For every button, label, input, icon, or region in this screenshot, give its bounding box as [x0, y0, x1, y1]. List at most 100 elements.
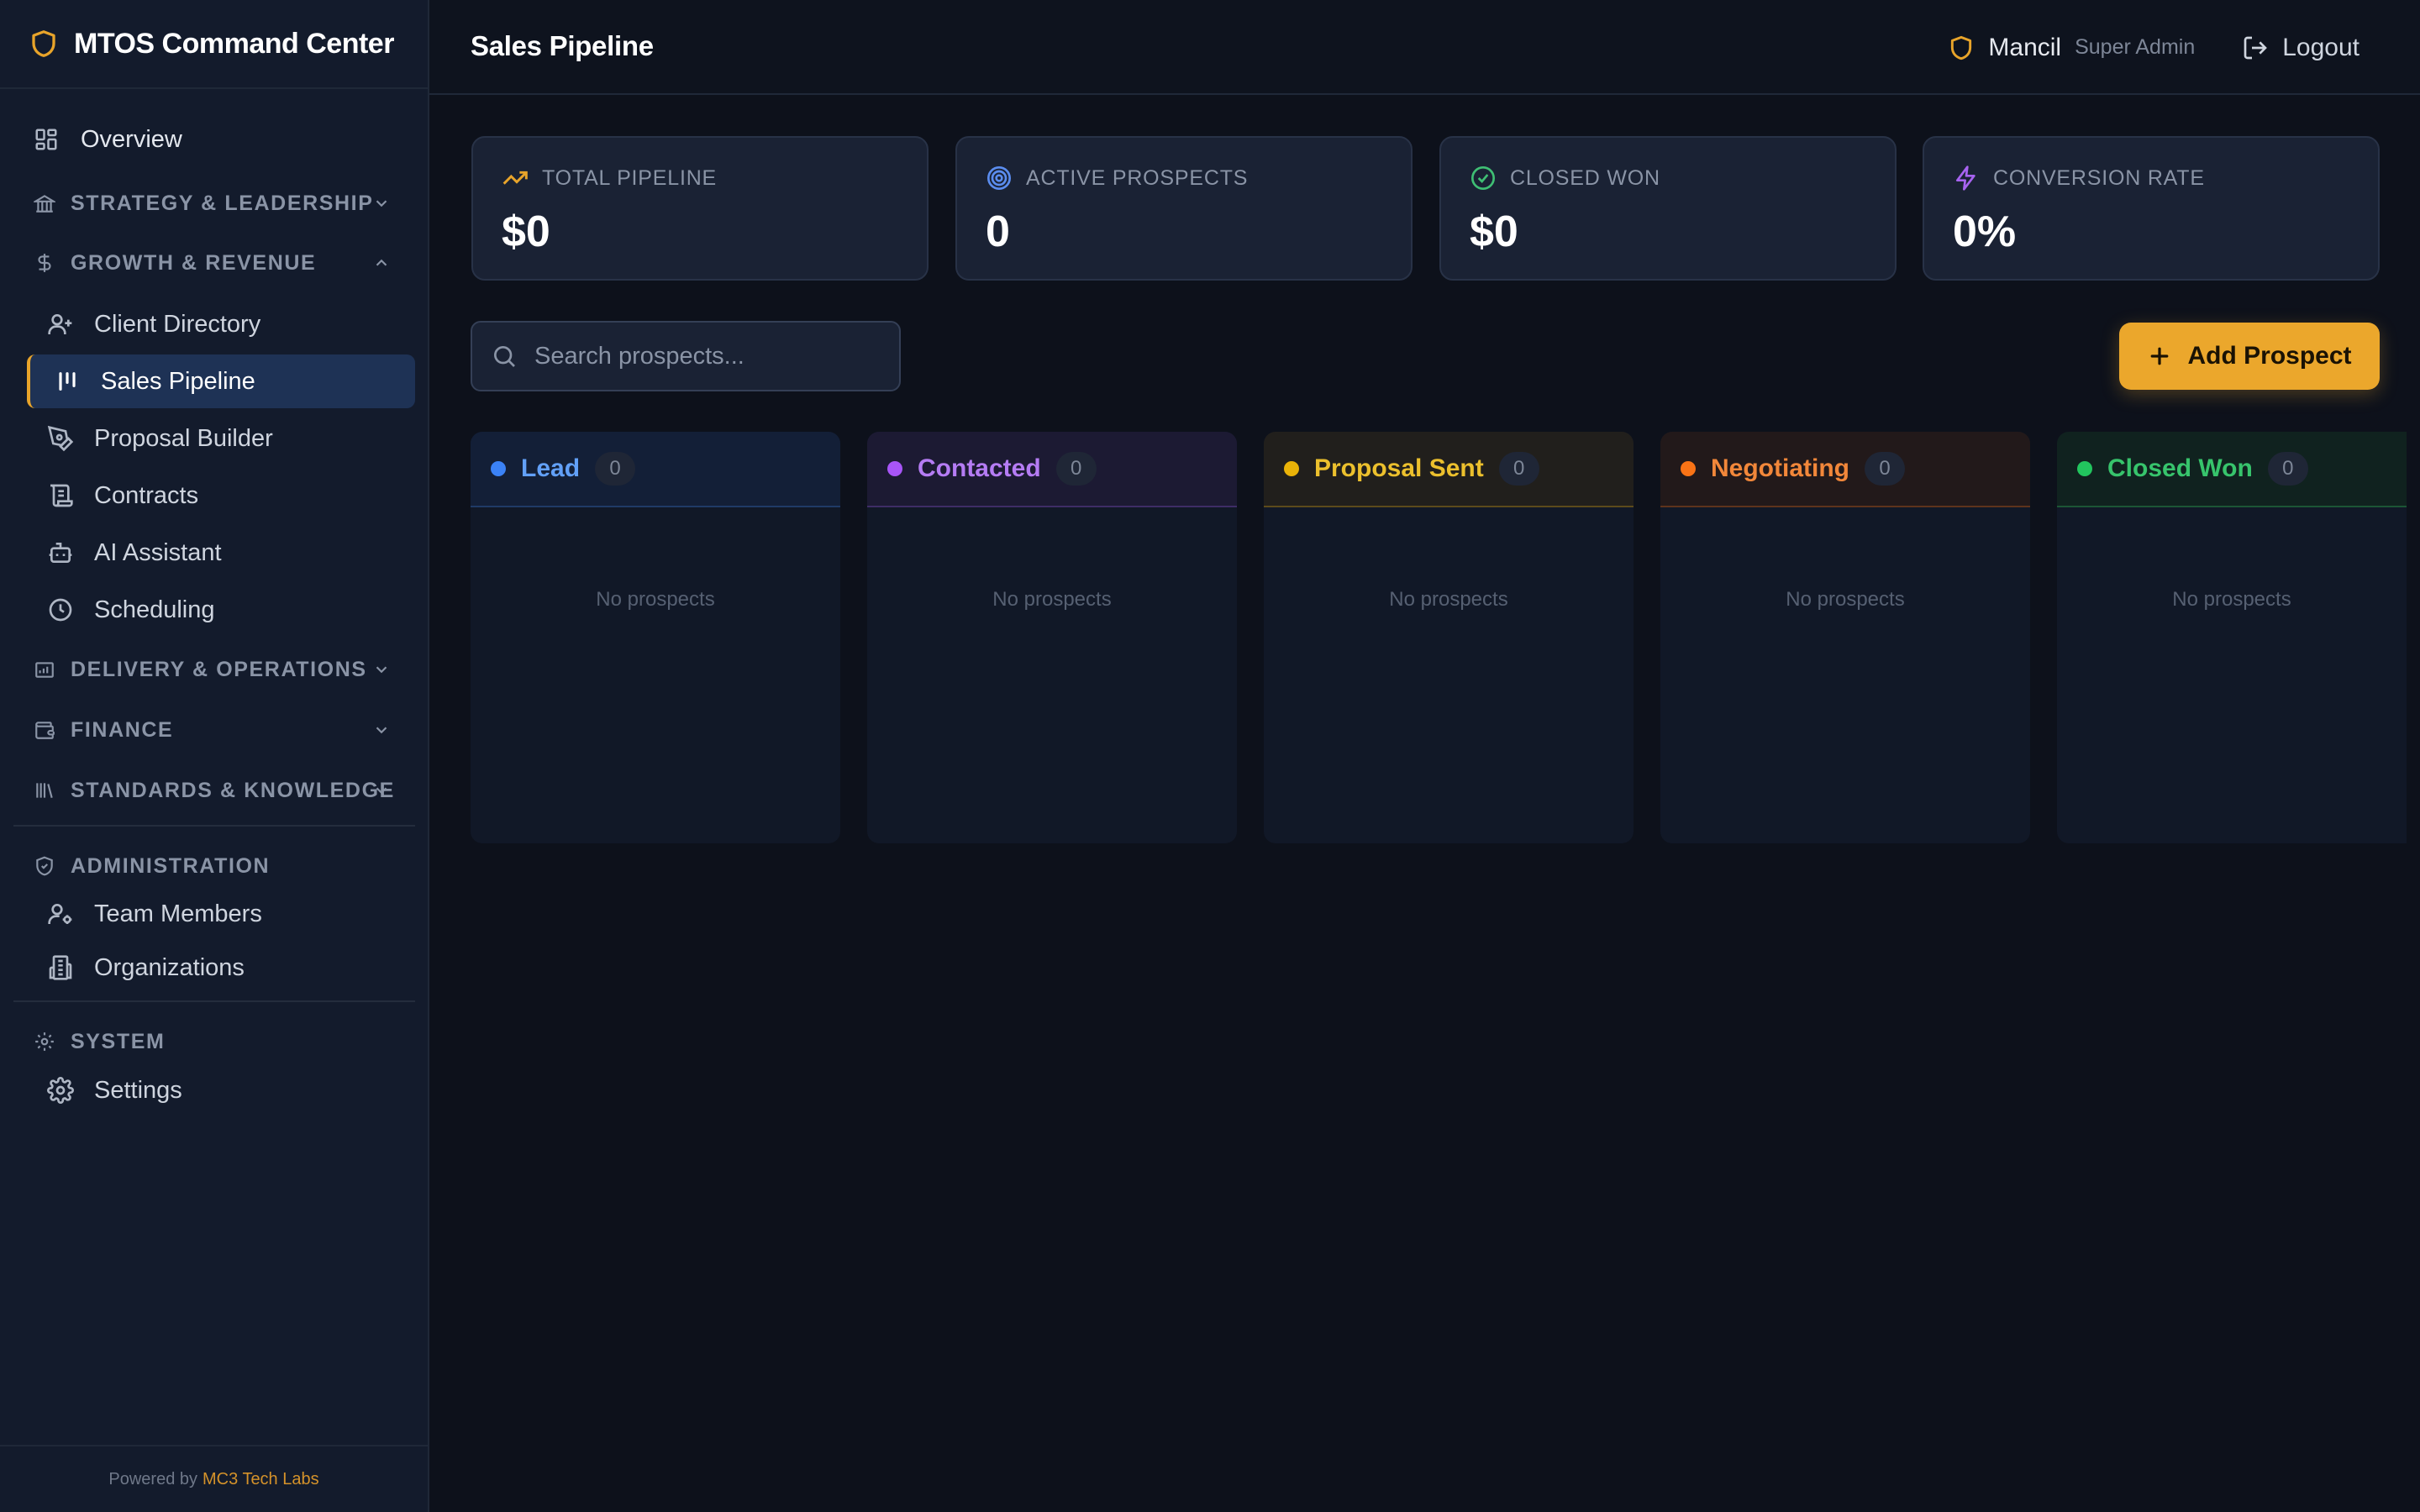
- chevron-down-icon: [376, 200, 387, 207]
- powered-by-label: Powered by: [108, 1469, 198, 1488]
- dollar-icon: [38, 254, 51, 272]
- chevron-down-icon: [376, 727, 387, 734]
- column-header: Lead 0: [471, 432, 840, 507]
- stat-label: CONVERSION RATE: [1993, 165, 2205, 190]
- empty-state: No prospects: [2172, 588, 2291, 611]
- top-header: Sales Pipeline Mancil Super Admin Logout: [429, 0, 2420, 95]
- gear-icon: [35, 1032, 54, 1051]
- pipeline-column-proposal-sent: Proposal Sent 0 No prospects: [1264, 432, 1634, 843]
- column-count-badge: 0: [595, 452, 636, 486]
- section-label: GROWTH & REVENUE: [71, 250, 317, 275]
- section-label: ADMINISTRATION: [71, 853, 271, 878]
- page-title: Sales Pipeline: [471, 30, 654, 61]
- sidebar-item-label: Client Directory: [94, 310, 261, 338]
- section-strategy[interactable]: STRATEGY & LEADERSHIP: [0, 183, 428, 223]
- logout-label: Logout: [2282, 33, 2360, 61]
- logout-button[interactable]: Logout: [2242, 34, 2360, 62]
- section-finance[interactable]: FINANCE: [0, 710, 428, 750]
- sidebar-item-contracts[interactable]: Contracts: [27, 469, 415, 522]
- sidebar: MTOS Command Center Overview STRATEGY & …: [0, 0, 429, 1512]
- section-label: DELIVERY & OPERATIONS: [71, 657, 367, 681]
- section-standards[interactable]: STANDARDS & KNOWLEDGE: [0, 770, 428, 811]
- sidebar-item-scheduling[interactable]: Scheduling: [27, 583, 415, 637]
- stat-card-active-prospects: ACTIVE PROSPECTS 0: [955, 136, 1413, 281]
- brand[interactable]: MTOS Command Center: [0, 0, 428, 89]
- sidebar-item-proposal-builder[interactable]: Proposal Builder: [27, 412, 415, 465]
- scroll-icon: [50, 484, 73, 507]
- column-count-badge: 0: [1498, 452, 1539, 486]
- section-label: STRATEGY & LEADERSHIP: [71, 191, 374, 215]
- check-circle-icon: [1471, 166, 1495, 190]
- status-dot: [1284, 461, 1299, 476]
- section-label: FINANCE: [71, 717, 174, 742]
- brand-name: MTOS Command Center: [74, 27, 394, 60]
- building-icon: [49, 955, 72, 980]
- pipeline-column-negotiating: Negotiating 0 No prospects: [1660, 432, 2030, 843]
- sidebar-item-organizations[interactable]: Organizations: [27, 941, 415, 995]
- factory-icon: [35, 662, 54, 678]
- shield-icon: [1951, 35, 1972, 60]
- powered-by: Powered by MC3 Tech Labs: [0, 1445, 428, 1512]
- trending-up-icon: [502, 171, 528, 185]
- pipeline-column-lead: Lead 0 No prospects: [471, 432, 840, 843]
- stat-value: 0: [986, 207, 1010, 256]
- sidebar-item-sales-pipeline[interactable]: Sales Pipeline: [27, 354, 415, 408]
- add-prospect-button[interactable]: Add Prospect: [2119, 323, 2380, 390]
- sidebar-item-overview[interactable]: Overview: [0, 118, 428, 161]
- grid-icon: [35, 129, 57, 150]
- logout-icon: [2244, 36, 2268, 59]
- search-box[interactable]: [471, 321, 901, 391]
- shield-logo-icon: [32, 30, 55, 57]
- search-input[interactable]: [534, 342, 887, 370]
- sidebar-item-client-directory[interactable]: Client Directory: [27, 297, 415, 351]
- column-title: Negotiating: [1711, 454, 1849, 482]
- section-label: STANDARDS & KNOWLEDGE: [71, 778, 395, 802]
- gear-icon: [47, 1077, 74, 1104]
- stat-card-conversion-rate: CONVERSION RATE 0%: [1923, 136, 2380, 281]
- stat-label: TOTAL PIPELINE: [542, 165, 718, 190]
- section-system: SYSTEM: [0, 1021, 428, 1062]
- library-icon: [36, 783, 53, 798]
- user-plus-icon: [48, 314, 72, 334]
- chevron-up-icon: [376, 259, 387, 266]
- section-label: SYSTEM: [71, 1029, 166, 1053]
- sidebar-item-label: Scheduling: [94, 596, 215, 623]
- user-name: Mancil: [1988, 33, 2062, 61]
- sidebar-item-label: Settings: [94, 1076, 182, 1104]
- empty-state: No prospects: [1389, 588, 1508, 611]
- status-dot: [1681, 461, 1696, 476]
- empty-state: No prospects: [992, 588, 1112, 611]
- column-title: Closed Won: [2107, 454, 2253, 482]
- plus-icon: [2151, 347, 2169, 365]
- sidebar-item-label: AI Assistant: [94, 538, 222, 566]
- sidebar-divider: [13, 825, 415, 827]
- sidebar-item-team-members[interactable]: Team Members: [27, 887, 415, 941]
- sidebar-item-ai-assistant[interactable]: AI Assistant: [27, 526, 415, 580]
- column-count-badge: 0: [1865, 452, 1905, 486]
- pen-tool-icon: [47, 425, 74, 452]
- column-header: Contacted 0: [867, 432, 1237, 507]
- sidebar-item-settings[interactable]: Settings: [27, 1063, 415, 1117]
- status-dot: [491, 461, 506, 476]
- powered-by-link[interactable]: MC3 Tech Labs: [203, 1470, 319, 1489]
- section-growth[interactable]: GROWTH & REVENUE: [0, 243, 428, 283]
- stat-value: $0: [502, 207, 550, 256]
- target-icon: [987, 166, 1011, 190]
- sidebar-item-label: Organizations: [94, 953, 245, 981]
- column-title: Proposal Sent: [1314, 454, 1484, 482]
- chevron-down-icon: [376, 666, 387, 674]
- sidebar-divider: [13, 1000, 415, 1002]
- column-header: Negotiating 0: [1660, 432, 2030, 507]
- user-role: Super Admin: [2075, 35, 2196, 59]
- column-header: Closed Won 0: [2057, 432, 2407, 507]
- stat-card-total-pipeline: TOTAL PIPELINE $0: [471, 136, 929, 281]
- section-delivery[interactable]: DELIVERY & OPERATIONS: [0, 649, 428, 690]
- stat-value: 0%: [1953, 207, 2017, 256]
- column-count-badge: 0: [2267, 452, 2308, 486]
- section-administration: ADMINISTRATION: [0, 846, 428, 886]
- status-dot: [887, 461, 902, 476]
- wallet-icon: [35, 722, 55, 739]
- stat-card-closed-won: CLOSED WON $0: [1439, 136, 1897, 281]
- empty-state: No prospects: [1786, 588, 1905, 611]
- chevron-down-icon: [376, 787, 387, 795]
